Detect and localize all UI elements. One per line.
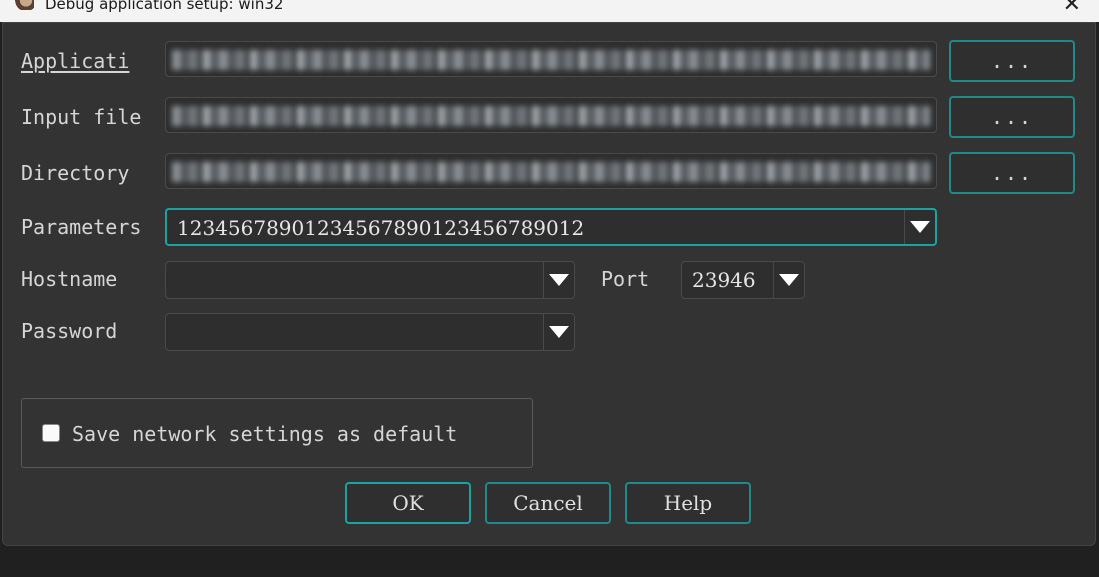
directory-input[interactable] bbox=[165, 153, 937, 189]
parameters-dropdown-button[interactable] bbox=[904, 210, 935, 244]
app-icon bbox=[14, 0, 34, 10]
parameters-label: Parameters bbox=[21, 215, 142, 239]
application-browse-button[interactable]: ... bbox=[949, 40, 1075, 82]
port-label: Port bbox=[601, 267, 650, 291]
application-input[interactable] bbox=[165, 41, 937, 77]
ok-button[interactable]: OK bbox=[345, 482, 471, 524]
hostname-dropdown-button[interactable] bbox=[543, 262, 574, 298]
password-label: Password bbox=[21, 319, 118, 343]
directory-browse-button[interactable]: ... bbox=[949, 152, 1075, 194]
redacted-text bbox=[172, 50, 930, 70]
save-network-settings-checkbox[interactable] bbox=[42, 424, 60, 442]
network-settings-group: Save network settings as default bbox=[21, 398, 533, 468]
password-dropdown-button[interactable] bbox=[543, 314, 574, 350]
input-file-browse-button[interactable]: ... bbox=[949, 96, 1075, 138]
input-file-input[interactable] bbox=[165, 97, 937, 133]
input-file-label: Input file bbox=[21, 105, 142, 129]
port-combobox[interactable]: 23946 bbox=[681, 261, 805, 299]
redacted-text bbox=[172, 162, 930, 182]
port-value: 23946 bbox=[692, 268, 756, 292]
application-label: Applicati bbox=[21, 49, 130, 73]
port-dropdown-button[interactable] bbox=[773, 262, 804, 298]
cancel-button[interactable]: Cancel bbox=[485, 482, 611, 524]
chevron-down-icon bbox=[779, 274, 799, 286]
password-combobox[interactable] bbox=[165, 313, 575, 351]
directory-label: Directory bbox=[21, 161, 130, 185]
debug-setup-dialog: Applicati ... Input file ... Directory .… bbox=[2, 22, 1096, 546]
redacted-text bbox=[172, 106, 930, 126]
window-title: Debug application setup: win32 bbox=[45, 0, 284, 13]
parameters-combobox[interactable]: 12345678901234567890123456789012 bbox=[165, 208, 937, 246]
help-button[interactable]: Help bbox=[625, 482, 751, 524]
title-bar: Debug application setup: win32 ✕ bbox=[0, 0, 1099, 22]
hostname-combobox[interactable] bbox=[165, 261, 575, 299]
save-network-settings-label[interactable]: Save network settings as default bbox=[72, 422, 457, 446]
chevron-down-icon bbox=[549, 326, 569, 338]
chevron-down-icon bbox=[549, 274, 569, 286]
parameters-value: 12345678901234567890123456789012 bbox=[177, 216, 585, 240]
chevron-down-icon bbox=[910, 221, 930, 233]
close-icon[interactable]: ✕ bbox=[1063, 0, 1081, 17]
hostname-label: Hostname bbox=[21, 267, 118, 291]
